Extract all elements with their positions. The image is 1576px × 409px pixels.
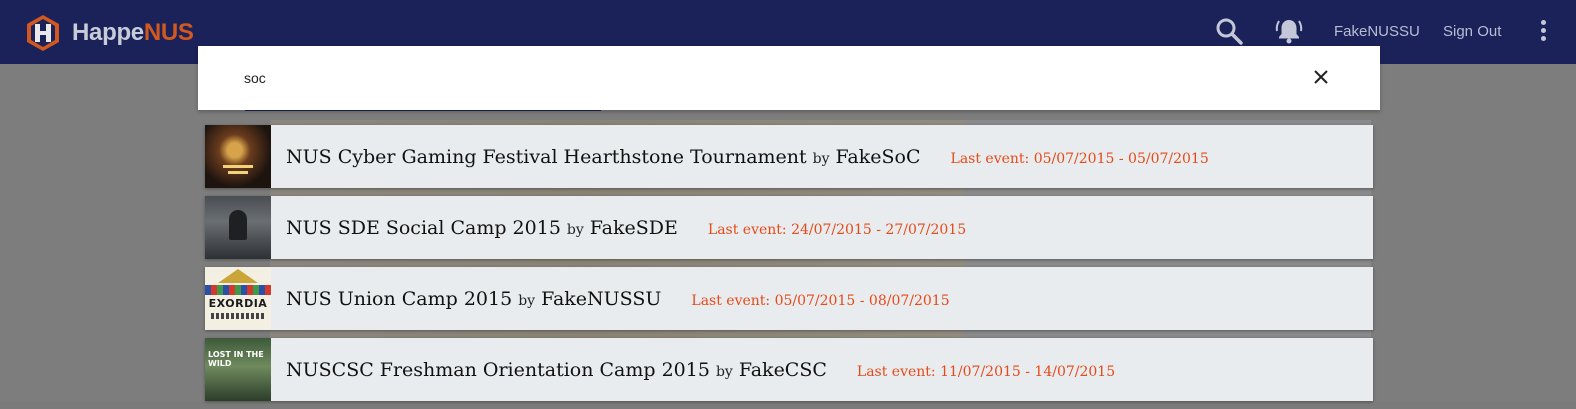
- result-by: by: [518, 292, 536, 309]
- result-organizer: FakeCSC: [738, 358, 827, 381]
- brand-name-part1: Happe: [72, 19, 144, 46]
- result-text: NUS Union Camp 2015 by FakeNUSSU Last ev…: [286, 288, 950, 310]
- brand-name: HappeNUS: [72, 19, 194, 47]
- thumbnail-logo-text: EXORDIA: [208, 297, 268, 310]
- sign-out-link[interactable]: Sign Out: [1443, 23, 1501, 40]
- result-title: NUS SDE Social Camp 2015: [286, 216, 561, 239]
- result-last-event: Last event: 11/07/2015 - 14/07/2015: [856, 363, 1116, 380]
- event-thumbnail: LOST IN THE WILD: [205, 338, 271, 401]
- result-item[interactable]: EXORDIA NUS Union Camp 2015 by FakeNUSSU…: [205, 267, 1373, 330]
- search-icon[interactable]: [1214, 16, 1244, 46]
- result-item[interactable]: NUS Cyber Gaming Festival Hearthstone To…: [205, 125, 1373, 188]
- logo-icon: [27, 15, 59, 51]
- result-item[interactable]: LOST IN THE WILD NUSCSC Freshman Orienta…: [205, 338, 1373, 401]
- brand[interactable]: HappeNUS: [24, 14, 194, 52]
- result-text: NUS SDE Social Camp 2015 by FakeSDE Last…: [286, 217, 966, 239]
- result-title: NUSCSC Freshman Orientation Camp 2015: [286, 358, 710, 381]
- result-by: by: [812, 150, 830, 167]
- more-vert-icon[interactable]: [1536, 20, 1550, 44]
- result-organizer: FakeSoC: [835, 145, 921, 168]
- close-icon[interactable]: [1312, 68, 1330, 86]
- result-by: by: [566, 221, 584, 238]
- result-last-event: Last event: 24/07/2015 - 27/07/2015: [707, 221, 967, 238]
- search-input[interactable]: [244, 66, 1244, 90]
- thumbnail-logo-text: LOST IN THE WILD: [208, 350, 264, 368]
- result-organizer: FakeNUSSU: [541, 287, 662, 310]
- user-link[interactable]: FakeNUSSU: [1334, 23, 1420, 40]
- result-title: NUS Cyber Gaming Festival Hearthstone To…: [286, 145, 807, 168]
- result-by: by: [715, 363, 733, 380]
- result-last-event: Last event: 05/07/2015 - 08/07/2015: [691, 292, 950, 309]
- event-thumbnail: [205, 125, 271, 188]
- search-box: [198, 46, 1380, 110]
- event-thumbnail: [205, 196, 271, 259]
- event-thumbnail: EXORDIA: [205, 267, 271, 330]
- result-text: NUSCSC Freshman Orientation Camp 2015 by…: [286, 359, 1115, 381]
- result-title: NUS Union Camp 2015: [286, 287, 513, 310]
- result-text: NUS Cyber Gaming Festival Hearthstone To…: [286, 146, 1209, 168]
- brand-name-part2: NUS: [143, 19, 194, 46]
- search-results: NUS Cyber Gaming Festival Hearthstone To…: [205, 125, 1373, 409]
- bell-ringing-icon[interactable]: [1274, 16, 1304, 46]
- result-item[interactable]: NUS SDE Social Camp 2015 by FakeSDE Last…: [205, 196, 1373, 259]
- result-last-event: Last event: 05/07/2015 - 05/07/2015: [950, 150, 1209, 167]
- result-organizer: FakeSDE: [589, 216, 678, 239]
